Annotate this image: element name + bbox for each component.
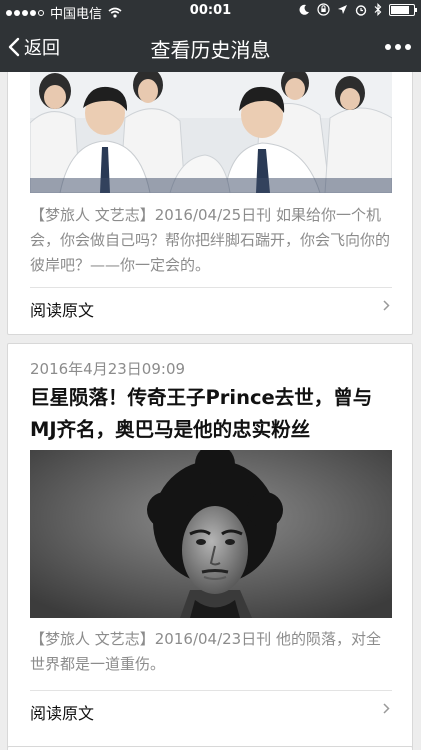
- article-title[interactable]: 巨星陨落！传奇王子Prince去世，曾与MJ齐名，奥巴马是他的忠实粉丝: [30, 382, 392, 446]
- read-original-label: 阅读原文: [30, 301, 95, 320]
- chevron-right-icon: [383, 300, 390, 311]
- moon-icon: [299, 4, 309, 15]
- alarm-icon: [355, 4, 367, 16]
- page-title: 查看历史消息: [150, 38, 271, 62]
- article-date: 2016年4月23日09:09: [30, 360, 186, 378]
- battery-icon: [389, 3, 417, 16]
- battery-fill: [391, 5, 409, 14]
- article-summary: 【梦旅人 文艺志】2016/04/23日刊 他的陨落，对全世界都是一道重伤。: [30, 630, 381, 673]
- chevron-right-icon: [383, 703, 390, 714]
- article-cover-image[interactable]: [30, 450, 392, 618]
- status-bar: 中国电信 00:01: [0, 0, 421, 22]
- bluetooth-icon: [374, 3, 382, 16]
- back-button[interactable]: 返回: [8, 34, 60, 60]
- read-original-link[interactable]: 阅读原文: [30, 288, 392, 324]
- back-label: 返回: [24, 38, 60, 59]
- article-card[interactable]: 【梦旅人 文艺志】2016/04/25日刊 如果给你一个机会，你会做自己吗？帮你…: [7, 72, 413, 335]
- article-card[interactable]: [7, 746, 413, 750]
- status-right: [298, 3, 417, 16]
- back-chevron-icon: [8, 37, 20, 57]
- read-original-link[interactable]: 阅读原文: [30, 691, 392, 727]
- history-message-list[interactable]: 【梦旅人 文艺志】2016/04/25日刊 如果给你一个机会，你会做自己吗？帮你…: [0, 72, 421, 750]
- more-dots-icon[interactable]: [385, 44, 411, 50]
- location-icon: [338, 5, 347, 14]
- read-original-label: 阅读原文: [30, 704, 95, 723]
- lock-rotation-icon: [317, 3, 330, 16]
- article-card[interactable]: 2016年4月23日09:09 巨星陨落！传奇王子Prince去世，曾与MJ齐名…: [7, 343, 413, 750]
- article-summary: 【梦旅人 文艺志】2016/04/25日刊 如果给你一个机会，你会做自己吗？帮你…: [30, 206, 391, 274]
- article-cover-image[interactable]: [30, 72, 392, 193]
- nav-bar: 返回 查看历史消息: [0, 22, 421, 72]
